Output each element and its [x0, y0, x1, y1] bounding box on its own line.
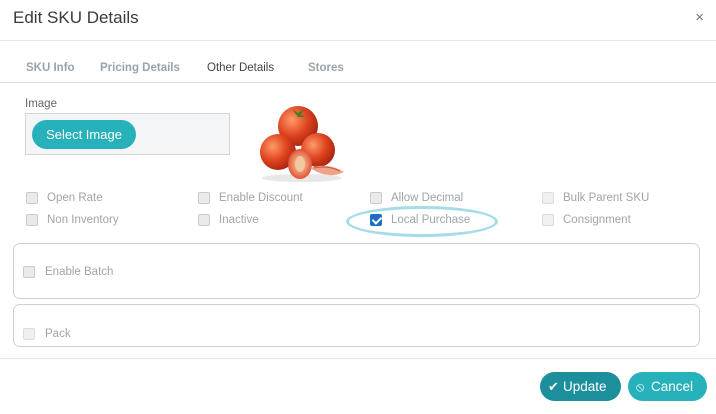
- cancel-label: Cancel: [651, 379, 694, 394]
- cancel-button[interactable]: ⦸ Cancel: [628, 372, 707, 401]
- bulk-parent-sku-label: Bulk Parent SKU: [563, 192, 650, 204]
- open-rate-label: Open Rate: [47, 192, 103, 204]
- tab-pricing-details[interactable]: Pricing Details: [100, 62, 180, 74]
- open-rate-checkbox[interactable]: [26, 192, 38, 204]
- pack-checkbox[interactable]: [23, 328, 35, 340]
- tab-stores[interactable]: Stores: [308, 62, 344, 74]
- inactive-checkbox[interactable]: [198, 214, 210, 226]
- ban-icon: ⦸: [636, 379, 645, 394]
- select-image-button[interactable]: Select Image: [32, 120, 136, 149]
- allow-decimal-label: Allow Decimal: [391, 192, 464, 204]
- image-label: Image: [25, 98, 57, 110]
- inactive-label: Inactive: [219, 214, 259, 226]
- batch-section: Enable Batch: [13, 243, 700, 299]
- pack-section: Pack: [13, 304, 700, 347]
- consignment-label: Consignment: [563, 214, 631, 226]
- bulk-parent-sku-checkbox[interactable]: [542, 192, 554, 204]
- footer-divider: [0, 358, 716, 359]
- update-button[interactable]: ✔ Update: [540, 372, 621, 401]
- tab-sku-info[interactable]: SKU Info: [26, 62, 75, 74]
- allow-decimal-checkbox[interactable]: [370, 192, 382, 204]
- highlight-annotation: [346, 206, 498, 237]
- tab-bar: SKU Info Pricing Details Other Details S…: [0, 58, 716, 83]
- enable-batch-label: Enable Batch: [45, 266, 114, 278]
- update-label: Update: [563, 379, 607, 394]
- modal-header: Edit SKU Details ×: [0, 0, 716, 41]
- check-icon: ✔: [548, 379, 559, 394]
- non-inventory-label: Non Inventory: [47, 214, 119, 226]
- consignment-checkbox[interactable]: [542, 214, 554, 226]
- pack-label: Pack: [45, 328, 71, 340]
- close-icon[interactable]: ×: [695, 10, 704, 26]
- tab-other-details[interactable]: Other Details: [207, 62, 274, 74]
- non-inventory-checkbox[interactable]: [26, 214, 38, 226]
- product-image-tomatoes: [260, 106, 344, 182]
- image-upload-box: Select Image: [25, 113, 230, 155]
- enable-batch-checkbox[interactable]: [23, 266, 35, 278]
- enable-discount-label: Enable Discount: [219, 192, 303, 204]
- modal-title: Edit SKU Details: [13, 8, 139, 27]
- enable-discount-checkbox[interactable]: [198, 192, 210, 204]
